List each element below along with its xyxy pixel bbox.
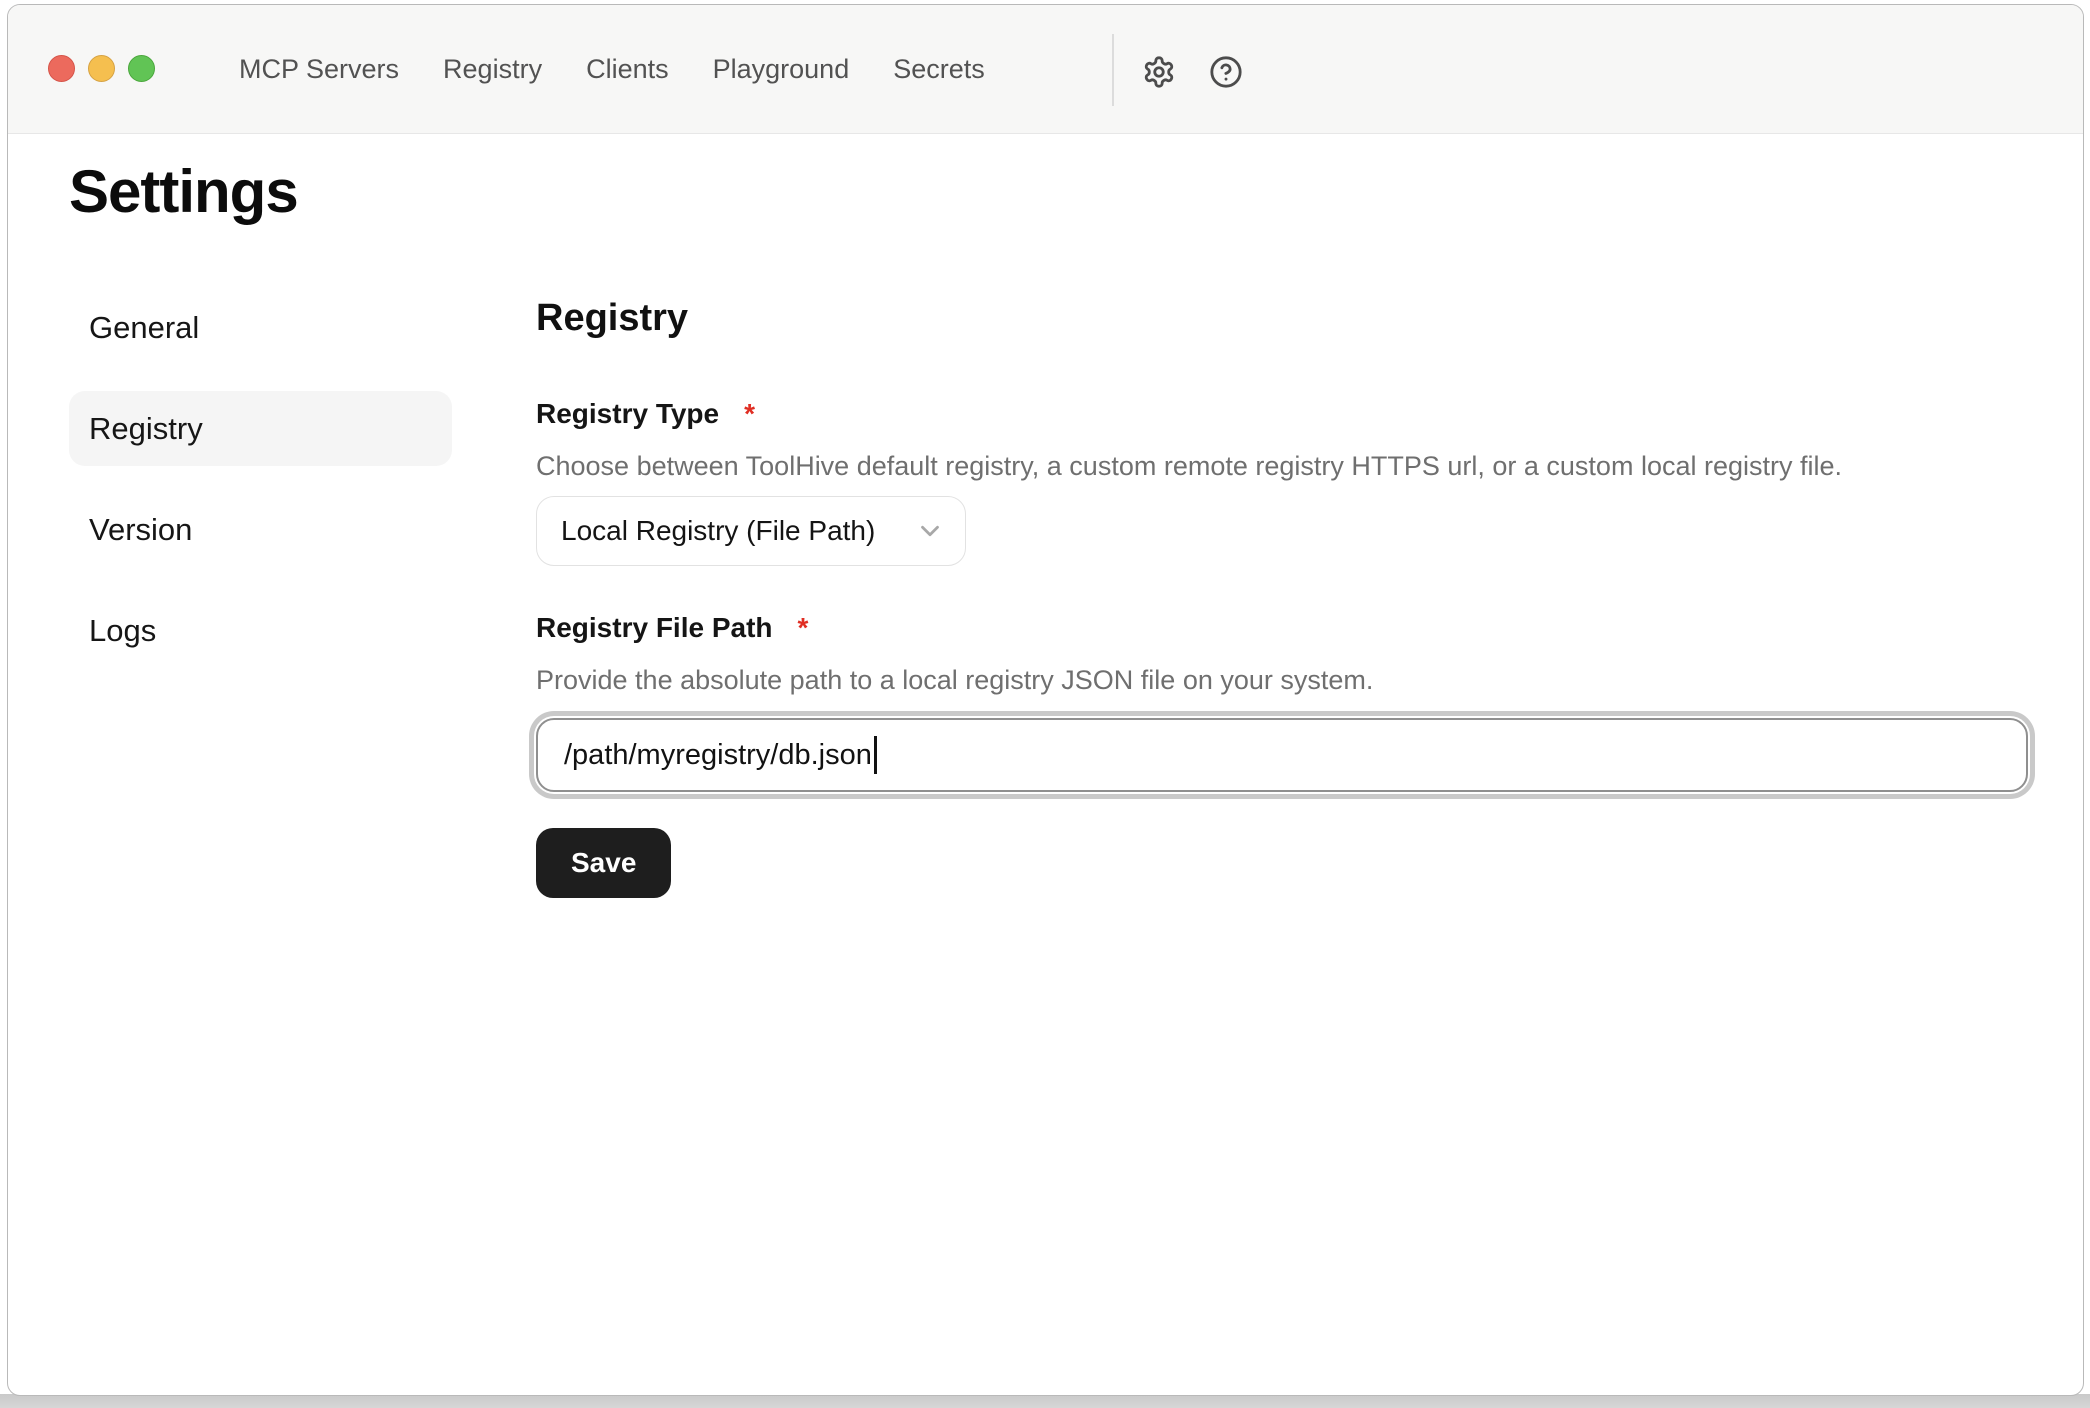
- registry-file-path-label: Registry File Path *: [536, 610, 2028, 646]
- required-asterisk: *: [798, 610, 809, 646]
- sidebar-item-logs[interactable]: Logs: [69, 593, 452, 668]
- required-asterisk: *: [744, 396, 755, 432]
- close-button[interactable]: [48, 55, 75, 82]
- settings-sidebar: General Registry Version Logs: [69, 290, 452, 898]
- settings-button[interactable]: [1140, 53, 1178, 91]
- registry-file-path-label-text: Registry File Path: [536, 610, 773, 646]
- titlebar: MCP Servers Registry Clients Playground …: [8, 5, 2083, 134]
- page-title: Settings: [69, 156, 2083, 228]
- registry-type-label: Registry Type *: [536, 396, 2028, 432]
- topbar-divider: [1112, 34, 1114, 106]
- traffic-lights: [48, 55, 155, 82]
- sidebar-item-version[interactable]: Version: [69, 492, 452, 567]
- help-icon: [1209, 55, 1243, 89]
- registry-type-select[interactable]: Local Registry (File Path): [536, 496, 966, 566]
- registry-file-path-input[interactable]: /path/myregistry/db.json: [536, 718, 2028, 792]
- app-window: MCP Servers Registry Clients Playground …: [7, 4, 2084, 1396]
- gear-icon: [1142, 55, 1176, 89]
- nav-item-registry[interactable]: Registry: [443, 54, 542, 85]
- registry-type-select-value: Local Registry (File Path): [561, 515, 875, 547]
- sidebar-item-general[interactable]: General: [69, 290, 452, 365]
- zoom-button[interactable]: [128, 55, 155, 82]
- window-shadow: [0, 1394, 2090, 1408]
- save-button[interactable]: Save: [536, 828, 671, 898]
- registry-settings-panel: Registry Registry Type * Choose between …: [536, 290, 2028, 898]
- settings-layout: General Registry Version Logs Registry R…: [8, 290, 2083, 898]
- registry-file-path-value: /path/myregistry/db.json: [564, 739, 872, 772]
- registry-type-description: Choose between ToolHive default registry…: [536, 448, 2028, 484]
- registry-type-label-text: Registry Type: [536, 396, 719, 432]
- minimize-button[interactable]: [88, 55, 115, 82]
- help-button[interactable]: [1207, 53, 1245, 91]
- nav-item-secrets[interactable]: Secrets: [893, 54, 985, 85]
- registry-file-path-description: Provide the absolute path to a local reg…: [536, 662, 2028, 698]
- nav-item-mcp-servers[interactable]: MCP Servers: [239, 54, 399, 85]
- text-cursor: [874, 736, 877, 774]
- sidebar-item-registry[interactable]: Registry: [69, 391, 452, 466]
- chevron-down-icon: [915, 516, 945, 546]
- nav-item-playground[interactable]: Playground: [713, 54, 850, 85]
- section-title: Registry: [536, 296, 2028, 340]
- nav-item-clients[interactable]: Clients: [586, 54, 669, 85]
- main-nav: MCP Servers Registry Clients Playground …: [239, 5, 985, 134]
